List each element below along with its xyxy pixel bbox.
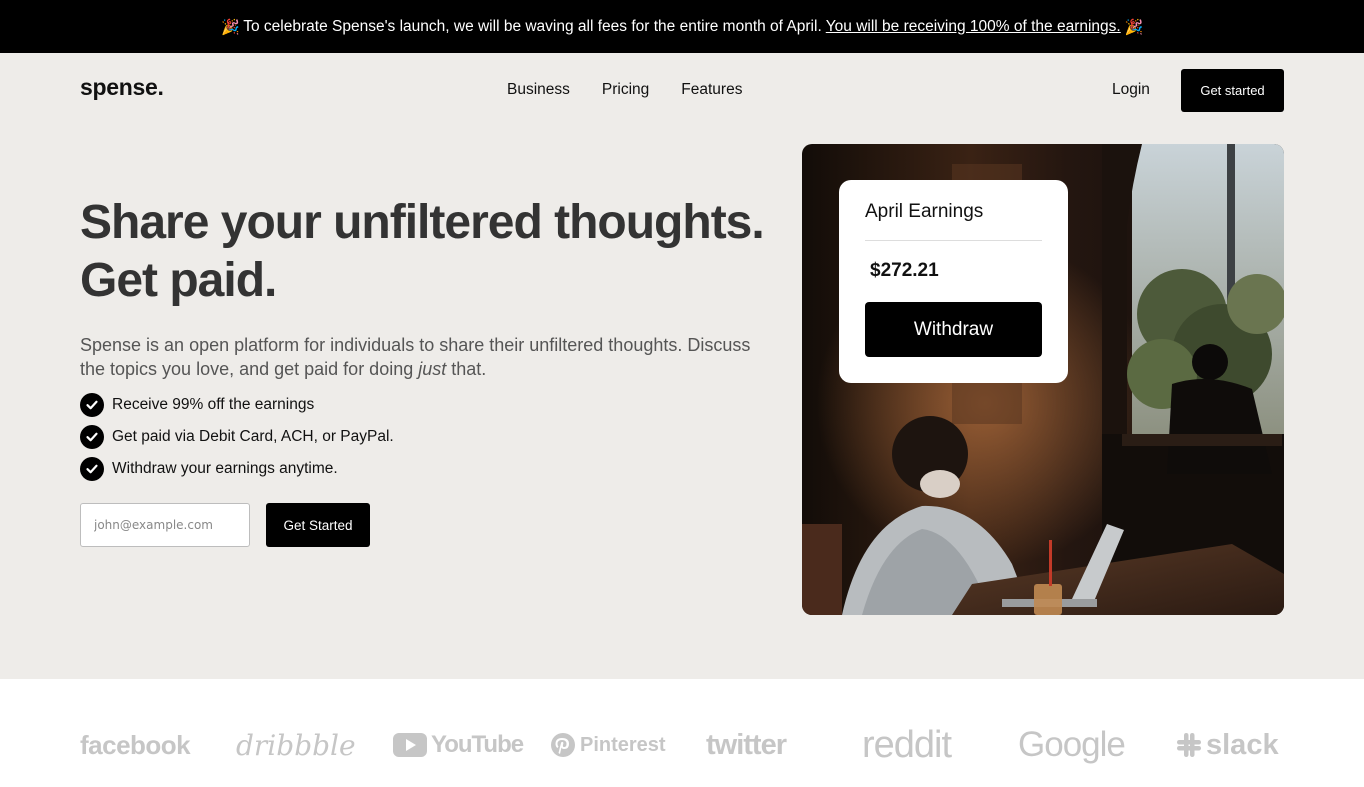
pinterest-logo-text: Pinterest <box>580 733 666 756</box>
checkmark-icon <box>80 457 104 481</box>
banner-text: To celebrate Spense's launch, we will be… <box>243 17 822 35</box>
slack-logo: slack <box>1176 725 1279 765</box>
slack-hash-icon <box>1177 733 1201 757</box>
reddit-logo-text: reddit <box>862 723 952 766</box>
slack-logo-text: slack <box>1206 728 1279 761</box>
description-text: Spense is an open platform for individua… <box>80 335 751 379</box>
main-nav: Business Pricing Features <box>507 81 742 99</box>
description-emphasis: just <box>418 359 447 379</box>
twitter-logo: twitter <box>706 725 787 765</box>
party-popper-icon: 🎉 <box>1124 18 1144 36</box>
feature-list: Receive 99% off the earnings Get paid vi… <box>80 389 394 485</box>
login-link[interactable]: Login <box>1112 81 1150 99</box>
pinterest-p-icon <box>551 733 575 757</box>
site-logo[interactable]: spense. <box>80 74 164 101</box>
headline-line-1: Share your unfiltered thoughts. <box>80 196 765 249</box>
earnings-title: April Earnings <box>865 201 984 222</box>
feature-text: Withdraw your earnings anytime. <box>112 460 338 477</box>
youtube-logo-text: YouTube <box>431 731 524 758</box>
google-logo: Google <box>1018 725 1126 765</box>
checkmark-icon <box>80 393 104 417</box>
description-text-end: that. <box>446 359 487 379</box>
feature-text: Receive 99% off the earnings <box>112 396 315 413</box>
list-item: Receive 99% off the earnings <box>80 389 394 421</box>
dribbble-logo: dribbble <box>236 725 356 765</box>
twitter-logo-text: twitter <box>706 728 787 761</box>
earnings-card: April Earnings $272.21 Withdraw <box>839 180 1068 383</box>
list-item: Get paid via Debit Card, ACH, or PayPal. <box>80 421 394 453</box>
hero-headline: Share your unfiltered thoughts. Get paid… <box>80 194 780 310</box>
email-input[interactable] <box>80 503 250 547</box>
list-item: Withdraw your earnings anytime. <box>80 453 394 485</box>
feature-text: Get paid via Debit Card, ACH, or PayPal. <box>112 428 394 445</box>
banner-link[interactable]: You will be receiving 100% of the earnin… <box>826 18 1121 36</box>
earnings-amount: $272.21 <box>870 260 939 281</box>
facebook-logo-text: facebook <box>80 729 191 760</box>
reddit-logo: reddit <box>862 723 952 766</box>
get-started-submit-button[interactable]: Get Started <box>266 503 370 547</box>
partner-logos-strip <box>0 679 1364 787</box>
withdraw-button[interactable]: Withdraw <box>865 302 1042 357</box>
get-started-button[interactable]: Get started <box>1181 69 1284 112</box>
nav-item-pricing[interactable]: Pricing <box>602 81 649 99</box>
facebook-logo: facebook <box>80 725 191 765</box>
announcement-banner: 🎉 To celebrate Spense's launch, we will … <box>0 0 1364 53</box>
party-popper-icon: 🎉 <box>221 18 240 36</box>
hero-description: Spense is an open platform for individua… <box>80 333 770 381</box>
checkmark-icon <box>80 425 104 449</box>
pinterest-logo: Pinterest <box>550 725 666 765</box>
dribbble-logo-text: dribbble <box>236 728 356 762</box>
divider <box>865 240 1042 241</box>
nav-item-features[interactable]: Features <box>681 81 742 99</box>
youtube-play-icon <box>393 733 427 757</box>
google-logo-text: Google <box>1018 725 1126 764</box>
headline-line-2: Get paid. <box>80 254 277 307</box>
youtube-logo: YouTube <box>393 725 524 765</box>
nav-item-business[interactable]: Business <box>507 81 570 99</box>
